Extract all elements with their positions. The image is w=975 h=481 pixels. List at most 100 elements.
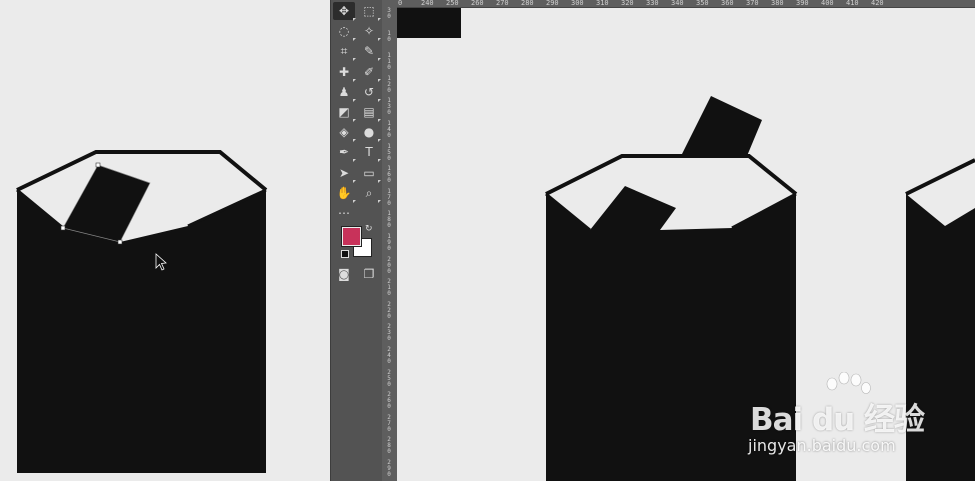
move-icon: ✥ <box>338 4 350 18</box>
ruler-tick-label: 310 <box>596 0 609 7</box>
tool-lasso[interactable]: ◌ <box>333 22 356 42</box>
ruler-tick-label: 150 <box>387 142 391 162</box>
left-shape-artwork <box>16 150 268 473</box>
tool-more[interactable]: ⋯ <box>333 204 355 222</box>
pen-icon: ✒ <box>338 145 350 160</box>
vertical-ruler[interactable]: 30 10 110 120 130 140 150 160 170 180 190 200 210 220… <box>382 0 398 481</box>
tool-history-brush[interactable]: ↺ <box>358 83 381 102</box>
tool-crop[interactable]: ⌗ <box>333 42 356 62</box>
baidu-watermark: Bai du 经验 jingyan.baidu.com <box>746 372 946 462</box>
magic-wand-icon: ✧ <box>363 24 375 39</box>
ruler-tick-label: 370 <box>746 0 759 7</box>
rect-marquee-icon: ⬚ <box>363 4 375 18</box>
ruler-tick-label: 200 <box>387 255 391 275</box>
ruler-tick-label: 280 <box>521 0 534 7</box>
type-icon: T <box>365 145 373 160</box>
foreground-color-swatch[interactable] <box>341 226 362 247</box>
hand-icon: ✋ <box>336 185 352 200</box>
ruler-tick-label: 220 <box>387 300 391 320</box>
ruler-tick-label: 10 <box>387 29 391 43</box>
ruler-tick-label: 260 <box>471 0 484 7</box>
tool-hand[interactable]: ✋ <box>333 184 356 203</box>
ruler-tick-label: 210 <box>387 278 391 298</box>
ruler-tick-label: 420 <box>871 0 884 7</box>
tool-path-select[interactable]: ➤ <box>333 164 356 183</box>
watermark-brand: Bai du 经验 <box>750 402 925 438</box>
brush-icon: ✐ <box>363 64 375 79</box>
ruler-tick-label: 140 <box>387 120 391 139</box>
tool-brush[interactable]: ✐ <box>358 63 381 82</box>
tool-type[interactable]: T <box>358 143 381 163</box>
swap-colors-icon[interactable]: ↻ <box>365 224 373 234</box>
ruler-tick-label: 380 <box>771 0 784 7</box>
rectangle-shape-icon: ▭ <box>363 165 375 180</box>
tool-shape[interactable]: ▭ <box>358 164 381 183</box>
ruler-tick-label: 350 <box>696 0 709 7</box>
path-selection-icon: ➤ <box>338 165 350 180</box>
lasso-icon: ◌ <box>338 24 350 39</box>
ruler-tick-label: 360 <box>721 0 734 7</box>
tool-eraser[interactable]: ◩ <box>333 103 356 122</box>
ruler-tick-label: 190 <box>387 233 391 252</box>
ruler-tick-label: 280 <box>387 436 391 456</box>
ruler-tick-label: 270 <box>387 413 391 433</box>
transform-handle[interactable] <box>60 225 66 231</box>
tool-zoom[interactable]: ⌕ <box>358 184 381 203</box>
ruler-tick-label: 290 <box>546 0 559 7</box>
blur-icon: ◈ <box>339 125 349 140</box>
corner-dark-block <box>397 8 461 38</box>
ruler-tick-label: 0 <box>398 0 403 7</box>
tool-gradient[interactable]: ▤ <box>358 103 381 122</box>
screen-mode-icon: ❐ <box>363 267 375 281</box>
cup-lid-outline <box>545 154 798 196</box>
watermark-url: jingyan.baidu.com <box>748 436 896 455</box>
gradient-icon: ▤ <box>363 105 375 119</box>
rotated-tab-shape <box>681 96 762 156</box>
tool-move[interactable]: ✥ <box>333 2 356 21</box>
left-document-canvas[interactable] <box>0 0 330 481</box>
ruler-tick-label: 130 <box>387 97 391 117</box>
clone-stamp-icon: ♟ <box>338 84 350 99</box>
ruler-tick-label: 240 <box>387 346 391 365</box>
ruler-tick-label: 390 <box>796 0 809 7</box>
ruler-tick-label: 250 <box>387 368 391 388</box>
ruler-tick-label: 250 <box>446 0 459 7</box>
eraser-icon: ◩ <box>338 105 350 119</box>
eyedropper-icon: ✎ <box>363 44 375 59</box>
ruler-tick-label: 240 <box>421 0 434 7</box>
ruler-tick-label: 110 <box>387 52 391 72</box>
crop-icon: ⌗ <box>340 44 348 59</box>
tool-pen[interactable]: ✒ <box>333 143 356 163</box>
ruler-tick-label: 320 <box>621 0 634 7</box>
ruler-tick-label: 260 <box>387 391 391 411</box>
ruler-tick-label: 230 <box>387 323 391 343</box>
default-colors-icon[interactable] <box>341 250 349 258</box>
cup-body-shape <box>17 190 266 473</box>
transform-handle[interactable] <box>95 162 101 168</box>
tool-quick-mask[interactable]: ◙ <box>333 265 355 283</box>
tool-eyedropper[interactable]: ✎ <box>358 42 381 62</box>
tool-screen-mode[interactable]: ❐ <box>358 265 380 283</box>
tool-marquee[interactable]: ⬚ <box>358 2 381 21</box>
ruler-tick-label: 290 <box>387 459 391 478</box>
tool-magic-wand[interactable]: ✧ <box>358 22 381 42</box>
ruler-tick-label: 270 <box>496 0 509 7</box>
rotating-tab-shape[interactable] <box>63 165 150 242</box>
more-tools-icon: ⋯ <box>338 206 350 220</box>
partial-cup-lid <box>905 158 975 196</box>
horizontal-ruler[interactable]: 0 240 250 260 270 280 290 300 310 320 330 340 350 360… <box>397 0 975 8</box>
dodge-icon: ● <box>363 125 375 140</box>
ruler-tick-label: 180 <box>387 210 391 230</box>
history-brush-icon: ↺ <box>363 84 375 99</box>
transform-handle[interactable] <box>117 239 123 245</box>
ruler-tick-label: 340 <box>671 0 684 7</box>
ruler-tick-label: 300 <box>571 0 584 7</box>
tools-panel: ✥ ⬚ ◌ ✧ ⌗ ✎ ✚ ✐ ♟ ↺ ◩ ▤ ◈ ● ✒ T ➤ ▭ ✋ ⌕ ⋯ ↻ ◙ ❐ <box>330 0 384 481</box>
tool-blur[interactable]: ◈ <box>333 123 356 143</box>
healing-brush-icon: ✚ <box>338 64 350 79</box>
ruler-tick-label: 400 <box>821 0 834 7</box>
tool-stamp[interactable]: ♟ <box>333 83 356 102</box>
tool-healing[interactable]: ✚ <box>333 63 356 82</box>
tool-dodge[interactable]: ● <box>358 123 381 143</box>
ruler-tick-label: 120 <box>387 74 391 94</box>
